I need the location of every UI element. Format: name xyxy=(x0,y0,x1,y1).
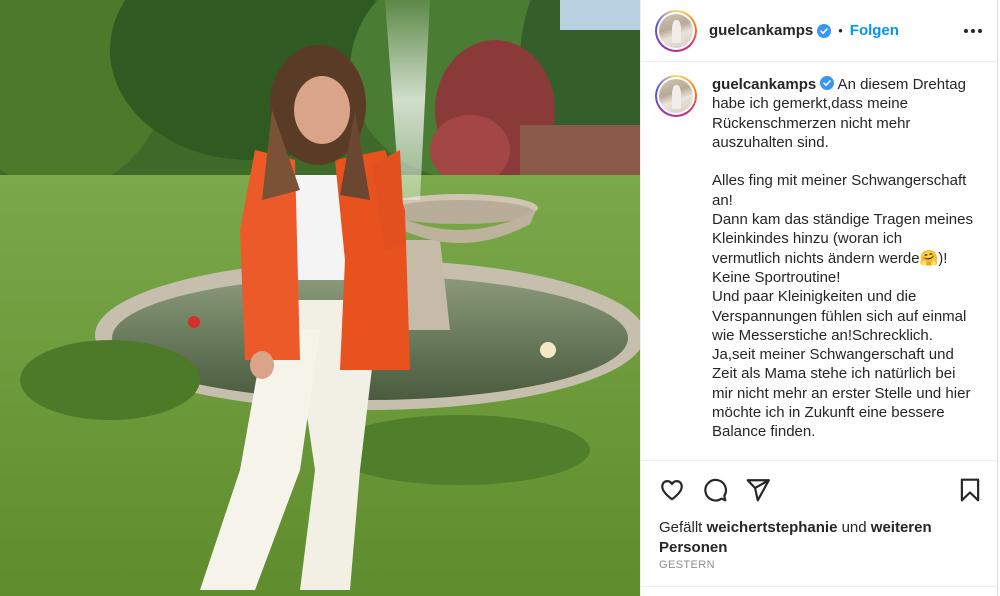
paper-plane-icon[interactable] xyxy=(745,477,771,503)
caption-comment: guelcankamps An diesem Drehtag habe ich … xyxy=(655,75,985,442)
avatar-image xyxy=(659,79,693,113)
bookmark-icon[interactable] xyxy=(957,477,983,503)
verified-badge-icon xyxy=(817,23,832,38)
post-timestamp[interactable]: GESTERN xyxy=(659,559,715,571)
post-photo[interactable] xyxy=(0,0,640,596)
comments-area[interactable]: guelcankamps An diesem Drehtag habe ich … xyxy=(641,63,999,460)
liked-by-user-link[interactable]: weichertstephanie xyxy=(707,519,838,536)
follow-button[interactable]: Folgen xyxy=(850,22,899,39)
likes-prefix: Gefällt xyxy=(659,519,707,536)
author-username[interactable]: guelcankamps xyxy=(709,22,813,39)
more-options-icon[interactable] xyxy=(961,21,985,41)
post-image xyxy=(0,0,640,596)
post-side-panel: guelcankamps • Folgen guelcankamps An di… xyxy=(640,0,999,596)
caption-text: An diesem Drehtag habe ich gemerkt,dass … xyxy=(712,76,973,441)
likes-summary: Gefällt weichertstephanie und weiteren P… xyxy=(659,518,979,558)
separator-dot: • xyxy=(838,23,843,38)
avatar-image xyxy=(659,13,693,48)
verified-badge-icon xyxy=(820,76,835,90)
caption-author-avatar[interactable] xyxy=(655,75,697,117)
caption-text-block: guelcankamps An diesem Drehtag habe ich … xyxy=(712,75,974,442)
action-bar xyxy=(641,460,999,516)
likes-middle: und xyxy=(837,519,871,536)
comment-icon[interactable] xyxy=(702,477,728,503)
post-header: guelcankamps • Folgen xyxy=(641,0,999,62)
divider xyxy=(641,586,999,587)
caption-username[interactable]: guelcankamps xyxy=(712,76,816,93)
author-avatar[interactable] xyxy=(655,9,697,52)
heart-icon[interactable] xyxy=(659,477,685,503)
